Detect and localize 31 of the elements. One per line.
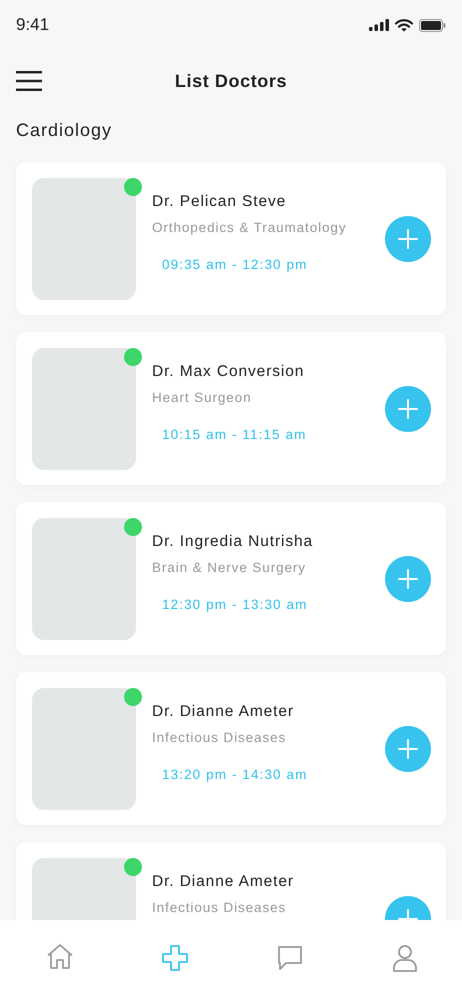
signal-icon [369, 19, 389, 31]
plus-tab[interactable] [160, 943, 190, 973]
menu-button[interactable] [16, 71, 42, 91]
doctor-specialty: Heart Surgeon [152, 390, 253, 405]
doctor-hours: 09:35 am - 12:30 pm [161, 257, 308, 272]
doctor-hours: 13:20 pm - 14:30 am [161, 767, 308, 782]
doctor-specialty: Orthopedics & Traumatology [152, 220, 348, 235]
doctor-name: Dr. Max Conversion [152, 363, 306, 381]
add-button[interactable] [385, 216, 431, 262]
section-title: Cardiology [15, 119, 114, 142]
wifi-icon [395, 18, 413, 32]
doctor-name: Dr. Dianne Ameter [152, 873, 295, 891]
menu-icon [16, 71, 42, 91]
add-button[interactable] [385, 726, 431, 772]
battery-icon [419, 18, 446, 32]
doctor-specialty: Infectious Diseases [152, 900, 288, 915]
doctor-name: Dr. Dianne Ameter [152, 703, 295, 721]
plus-icon [398, 568, 418, 588]
add-button[interactable] [385, 386, 431, 432]
doctor-specialty: Infectious Diseases [152, 730, 288, 745]
doctor-name: Dr. Pelican Steve [152, 193, 288, 211]
doctor-specialty: Brain & Nerve Surgery [152, 560, 307, 575]
status-time: 9:41 [16, 15, 50, 35]
plus-icon [398, 228, 418, 248]
doctor-hours: 12:30 pm - 13:30 am [161, 597, 308, 612]
plus-icon [398, 738, 418, 758]
plus-icon [398, 398, 418, 418]
page-title: List Doctors [174, 70, 288, 92]
add-button[interactable] [385, 556, 431, 602]
doctor-name: Dr. Ingredia Nutrisha [152, 533, 314, 551]
doctor-hours: 10:15 am - 11:15 am [161, 427, 308, 442]
